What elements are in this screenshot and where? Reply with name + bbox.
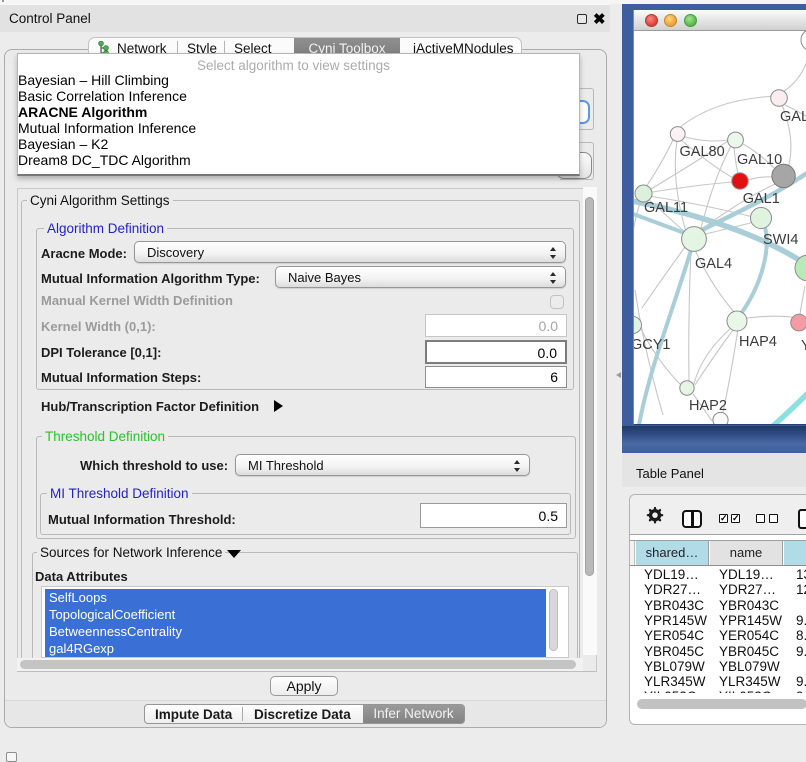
svg-text:GAL10: GAL10 [737,152,782,168]
svg-text:HAP4: HAP4 [739,334,777,350]
svg-text:Y: Y [801,338,806,354]
svg-text:GAL4: GAL4 [695,256,732,272]
svg-text:GAL1: GAL1 [743,191,780,207]
svg-text:GAL11: GAL11 [644,200,688,216]
svg-text:HAP2: HAP2 [689,398,727,414]
svg-text:GAL: GAL [780,109,806,125]
svg-text:GCY1: GCY1 [634,337,671,353]
svg-text:GAL80: GAL80 [680,144,725,160]
svg-text:SWI4: SWI4 [763,232,798,248]
